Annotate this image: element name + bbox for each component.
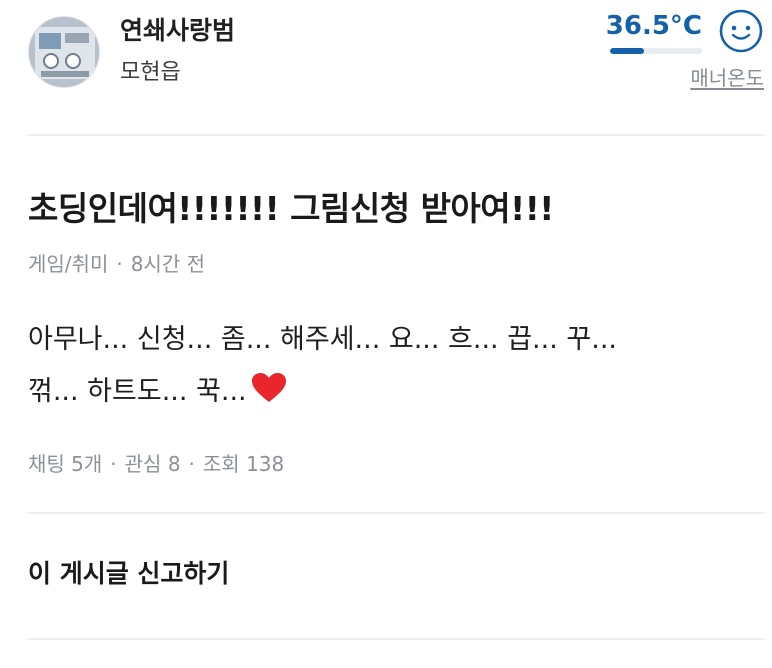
user-region: 모현읍	[120, 60, 181, 85]
manner-temperature-fill	[610, 48, 644, 54]
content-divider	[28, 512, 764, 514]
interest-count: 관심 8	[124, 452, 181, 476]
post-body: 아무나... 신청... 좀... 해주세... 요... 흐... 끕... …	[28, 314, 770, 418]
manner-temperature-value: 36.5°C	[605, 11, 702, 41]
post-meta: 게임/취미 · 8시간 전	[28, 250, 205, 278]
chat-count: 채팅 5개	[28, 452, 103, 476]
stats-separator: ·	[110, 452, 117, 476]
stats-separator: ·	[188, 452, 195, 476]
post-title: 초딩인데여!!!!!!! 그림신청 받아여!!!	[28, 189, 554, 228]
post-time: 8시간 전	[130, 252, 205, 276]
user-nickname[interactable]: 연쇄사랑범	[120, 14, 235, 48]
meta-separator: ·	[116, 252, 123, 276]
profile-avatar[interactable]	[28, 16, 100, 88]
manner-temperature-bar	[610, 48, 702, 54]
post-body-line: 아무나... 신청... 좀... 해주세... 요... 흐... 끕... …	[28, 324, 617, 355]
smile-face-icon	[719, 9, 763, 53]
post-stats: 채팅 5개 · 관심 8 · 조회 138	[28, 450, 284, 478]
profile-section: 연쇄사랑범 모현읍 36.5°C 매너온도	[0, 0, 772, 134]
post-body-text: 꺾... 하트도... 꾹...	[28, 376, 247, 407]
manner-temperature-link[interactable]: 매너온도	[690, 64, 764, 92]
bottom-divider	[28, 638, 764, 640]
view-count: 조회 138	[202, 452, 285, 476]
profile-divider	[28, 134, 764, 136]
manner-temperature: 36.5°C	[582, 8, 702, 58]
red-heart-icon	[251, 373, 286, 402]
post-body-line: 꺾... 하트도... 꾹...	[28, 366, 770, 418]
post-category[interactable]: 게임/취미	[28, 252, 108, 276]
avatar-image	[29, 17, 99, 87]
report-post-button[interactable]: 이 게시글 신고하기	[28, 556, 229, 592]
